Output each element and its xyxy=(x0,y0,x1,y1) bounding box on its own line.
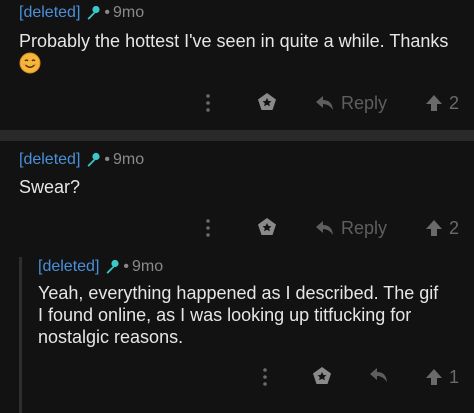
award-icon xyxy=(257,217,277,237)
comment-age: 9mo xyxy=(132,258,164,275)
award-button[interactable] xyxy=(257,217,277,237)
comment-1: [deleted] • 9mo Probably the hottest I'v… xyxy=(0,0,474,130)
upvote-arrow-icon xyxy=(425,368,443,386)
more-button[interactable] xyxy=(204,92,212,114)
upvote-arrow-icon xyxy=(425,219,443,237)
reply-actions: 1 xyxy=(0,365,474,389)
reply-body-line-1: Yeah, everything happened as I described… xyxy=(38,283,439,303)
reply-label: Reply xyxy=(341,93,388,113)
author-name[interactable]: [deleted] xyxy=(19,151,80,169)
microphone-icon xyxy=(85,152,101,168)
author-name[interactable]: [deleted] xyxy=(38,258,99,276)
more-vertical-icon xyxy=(204,217,212,239)
comment-meta: [deleted] • 9mo xyxy=(19,4,144,22)
comment-actions: Reply 2 xyxy=(0,91,474,115)
more-vertical-icon xyxy=(261,366,269,388)
comment-body: Swear? xyxy=(19,177,81,197)
meta-separator: • xyxy=(104,151,110,168)
more-button[interactable] xyxy=(261,366,269,388)
meta-separator: • xyxy=(104,4,110,21)
comment-meta: [deleted] • 9mo xyxy=(19,151,144,169)
upvote-button[interactable]: 2 xyxy=(425,92,459,114)
vote-count: 1 xyxy=(449,367,460,387)
reply-label: Reply xyxy=(341,218,388,238)
more-button[interactable] xyxy=(204,217,212,239)
award-button[interactable] xyxy=(257,92,277,112)
award-button[interactable] xyxy=(312,366,332,386)
comment-thread: [deleted] • 9mo Probably the hottest I'v… xyxy=(0,0,474,413)
reply-button[interactable] xyxy=(369,366,389,384)
reply-arrow-icon xyxy=(315,219,335,237)
smiling-face-emoji xyxy=(19,52,41,74)
comment-body: Probably the hottest I've seen in quite … xyxy=(19,31,449,51)
comment-2: [deleted] • 9mo Swear? Reply 2 [deleted]… xyxy=(0,141,474,413)
microphone-icon xyxy=(85,5,101,21)
upvote-arrow-icon xyxy=(425,94,443,112)
reply-arrow-icon xyxy=(315,94,335,112)
upvote-button[interactable]: 2 xyxy=(425,217,459,239)
award-icon xyxy=(257,92,277,112)
reply-body-line-2: I found online, as I was looking up titf… xyxy=(38,305,412,325)
more-vertical-icon xyxy=(204,92,212,114)
vote-count: 2 xyxy=(449,218,460,238)
reply-meta: [deleted] • 9mo xyxy=(38,258,163,276)
comment-age: 9mo xyxy=(113,151,145,168)
reply-button[interactable]: Reply xyxy=(315,217,387,239)
comment-age: 9mo xyxy=(113,4,145,21)
reply-arrow-icon xyxy=(369,366,389,384)
meta-separator: • xyxy=(123,258,129,275)
comment-actions: Reply 2 xyxy=(0,216,474,240)
microphone-icon xyxy=(104,259,120,275)
award-icon xyxy=(312,366,332,386)
thread-indent-line xyxy=(19,257,22,413)
reply-body-line-3: nostalgic reasons. xyxy=(38,327,184,347)
comment-divider xyxy=(0,130,474,141)
upvote-button[interactable]: 1 xyxy=(425,366,459,388)
reply-button[interactable]: Reply xyxy=(315,92,387,114)
author-name[interactable]: [deleted] xyxy=(19,4,80,22)
vote-count: 2 xyxy=(449,93,460,113)
